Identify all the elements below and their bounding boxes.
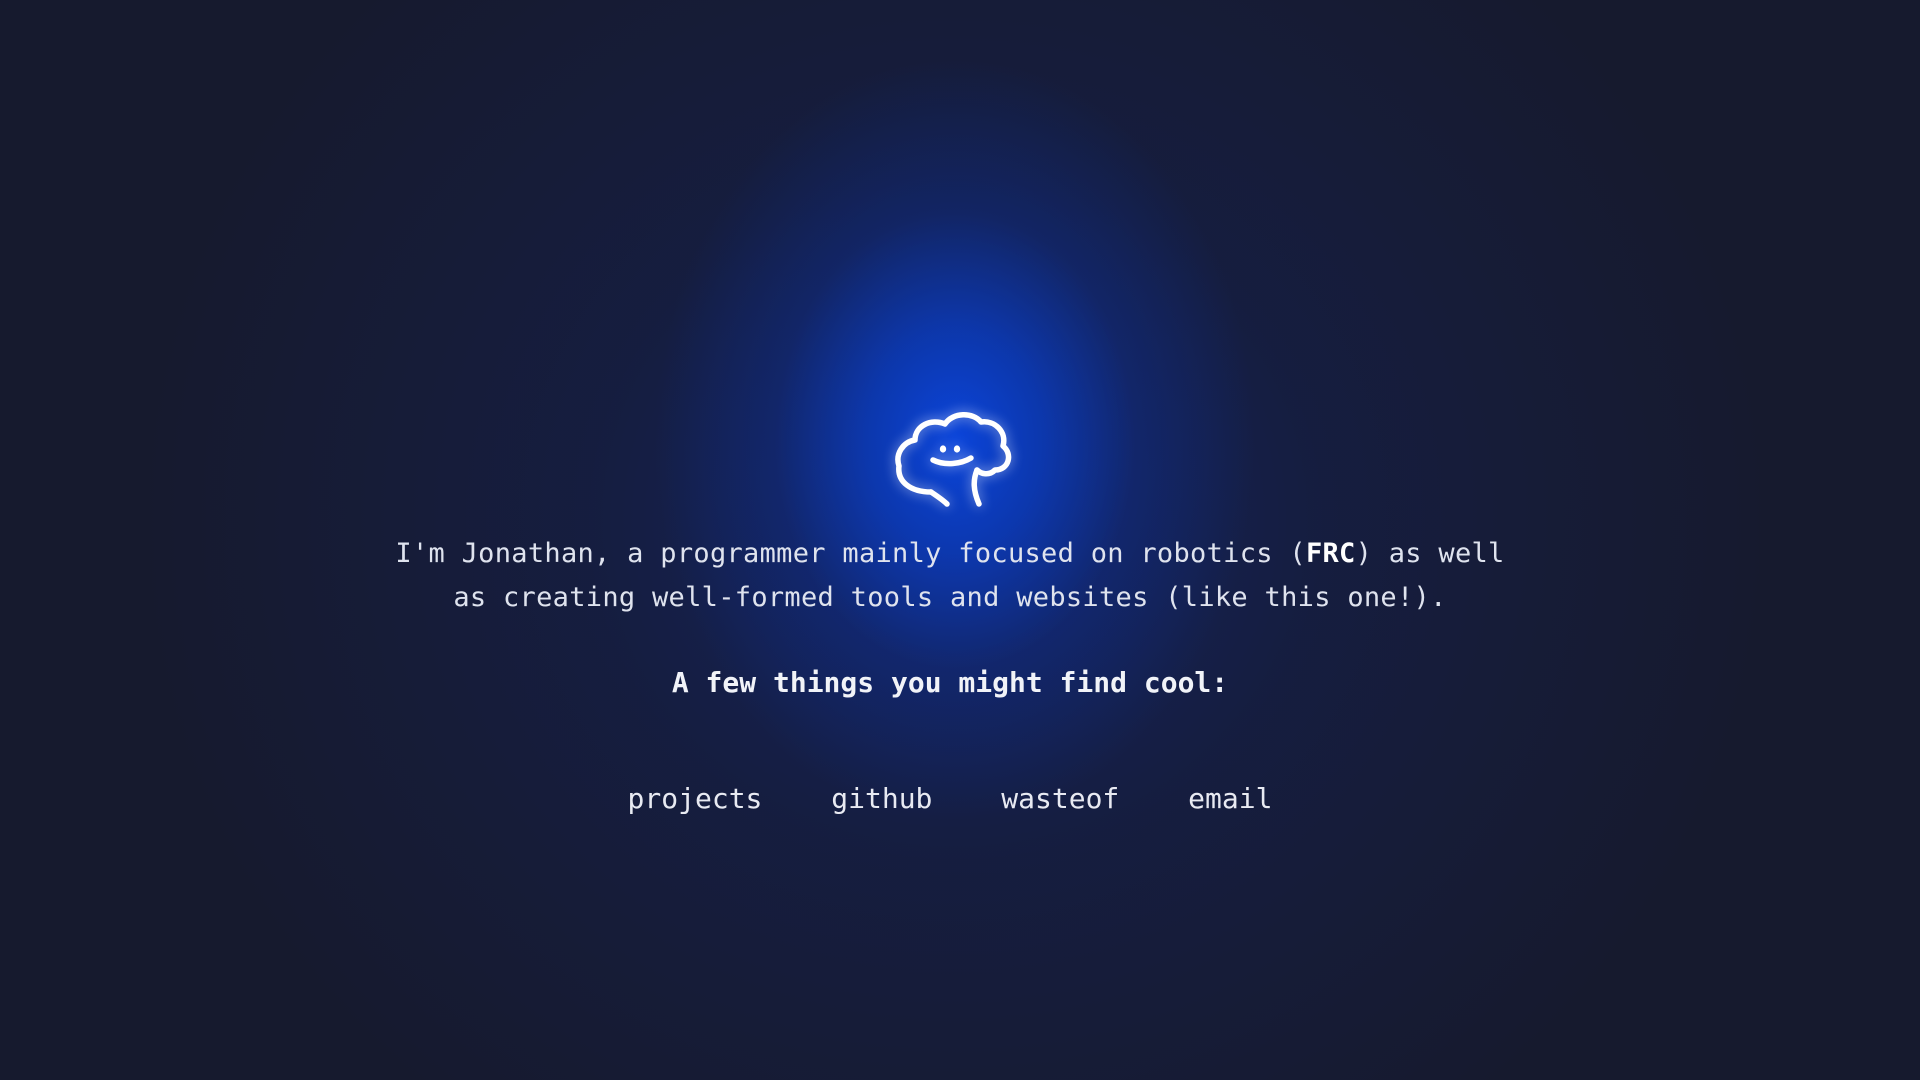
wasteof-link[interactable]: wasteof (1001, 782, 1119, 815)
section-heading: A few things you might find cool: (671, 666, 1229, 699)
email-link[interactable]: email (1188, 782, 1272, 815)
projects-link[interactable]: projects (628, 782, 763, 815)
intro-text: I'm Jonathan, a programmer mainly focuse… (360, 532, 1540, 620)
intro-line-2: as creating well-formed tools and websit… (453, 582, 1447, 613)
intro-line-1-after: ) as well (1355, 538, 1505, 569)
intro-frc-bold: FRC (1305, 538, 1356, 569)
links-nav: projects github wasteof email (360, 782, 1540, 815)
github-link[interactable]: github (831, 782, 932, 815)
brain-cloud-face-icon (889, 400, 1019, 512)
intro-line-1-before: I'm Jonathan, a programmer mainly focuse… (395, 538, 1306, 569)
page-content: I'm Jonathan, a programmer mainly focuse… (0, 0, 1920, 1080)
intro-line-1: I'm Jonathan, a programmer mainly focuse… (360, 532, 1540, 576)
